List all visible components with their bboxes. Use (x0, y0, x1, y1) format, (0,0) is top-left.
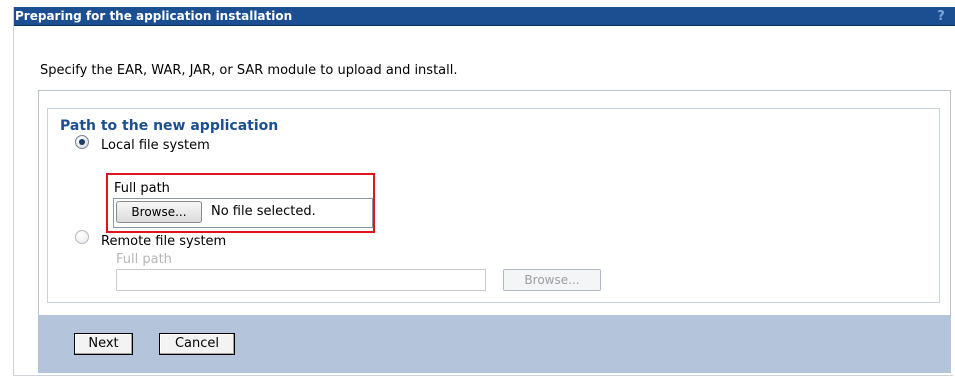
help-icon[interactable]: ? (935, 7, 947, 26)
remote-path-input[interactable] (116, 269, 486, 291)
remote-file-system-radio[interactable] (75, 230, 89, 244)
next-button[interactable]: Next (74, 333, 133, 355)
button-bar: Next Cancel (39, 315, 950, 373)
remote-file-system-label[interactable]: Remote file system (101, 234, 226, 250)
path-fieldset: Path to the new application Local file s… (47, 108, 940, 303)
local-browse-button[interactable]: Browse... (116, 201, 202, 223)
local-full-path-label: Full path (114, 181, 170, 196)
panel-titlebar: Preparing for the application installati… (14, 7, 955, 26)
local-file-input[interactable]: Browse... No file selected. (113, 198, 373, 228)
install-panel: Preparing for the application installati… (13, 7, 955, 376)
cancel-button[interactable]: Cancel (159, 333, 235, 355)
form-area: Path to the new application Local file s… (38, 90, 951, 373)
remote-full-path-label: Full path (116, 252, 172, 267)
instruction-text: Specify the EAR, WAR, JAR, or SAR module… (40, 63, 458, 78)
path-legend: Path to the new application (56, 117, 283, 135)
file-status-text: No file selected. (211, 204, 316, 219)
local-file-system-label[interactable]: Local file system (101, 138, 210, 154)
remote-browse-button[interactable]: Browse... (503, 269, 601, 291)
panel-title: Preparing for the application installati… (15, 9, 293, 23)
local-file-system-radio[interactable] (75, 135, 89, 149)
